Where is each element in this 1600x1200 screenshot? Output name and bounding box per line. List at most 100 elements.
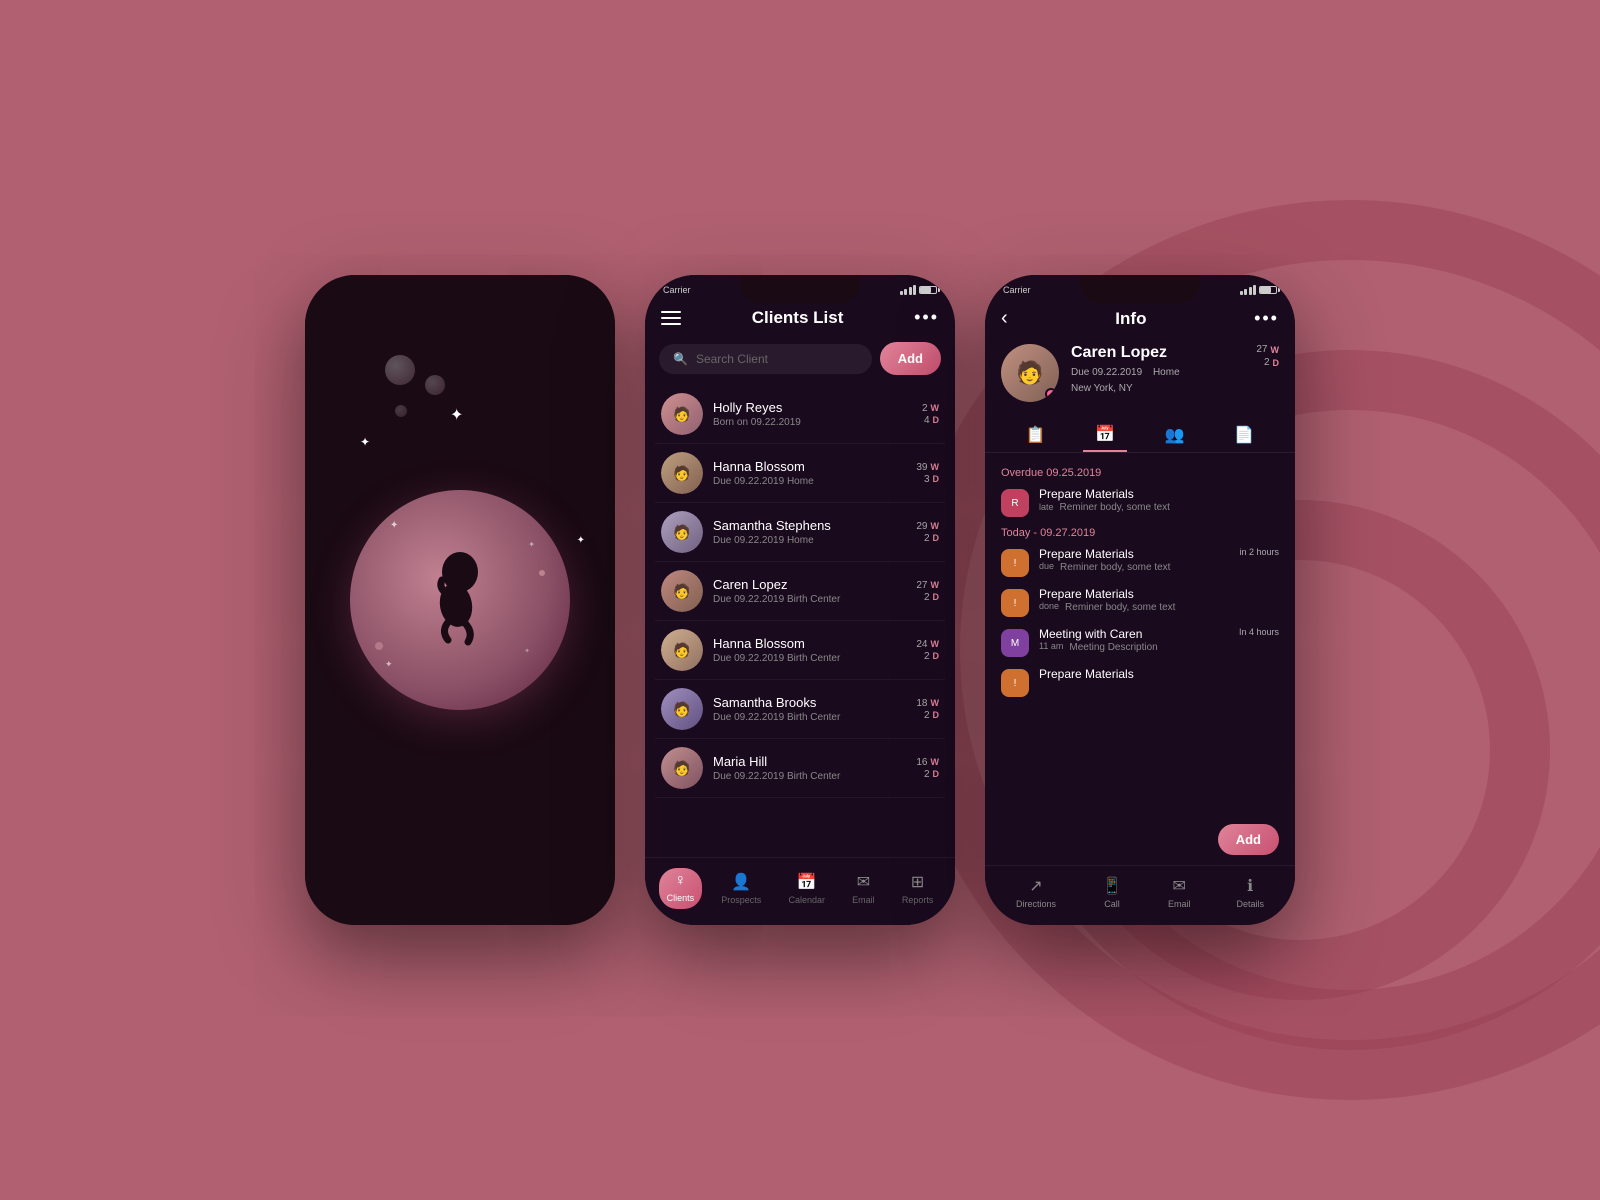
avatar-face-samantha2: 🧑 xyxy=(661,688,703,730)
task-icon-overdue: R xyxy=(1001,489,1029,517)
stat-w-samantha2: 18 W xyxy=(916,698,939,709)
nav-clients[interactable]: ♀ Clients xyxy=(659,868,703,909)
task-sub-today-2: Reminer body, some text xyxy=(1065,602,1175,613)
profile-stats: 27 W 2 D xyxy=(1256,344,1279,368)
nav-email[interactable]: ✉ Email xyxy=(844,868,883,909)
client-item-holly[interactable]: 🧑 Holly Reyes Born on 09.22.2019 2 W 4 xyxy=(655,385,945,444)
profile-w-label: W xyxy=(1271,345,1280,355)
client-detail-maria: Due 09.22.2019 Birth Center xyxy=(713,771,916,782)
stat-w-holly: 2 W xyxy=(922,403,939,414)
avatar-face-hanna2: 🧑 xyxy=(661,629,703,671)
call-label: Call xyxy=(1104,899,1120,909)
hamburger-menu[interactable] xyxy=(661,311,681,325)
stat-d-profile: 2 D xyxy=(1264,357,1279,368)
task-body-overdue: Prepare Materials late Reminer body, som… xyxy=(1039,487,1279,513)
stat-w-caren: 27 W xyxy=(916,580,939,591)
task-meta-today-1: due Reminer body, some text xyxy=(1039,561,1229,573)
phones-container: ✦ ✦ ✦ ✦ ✦ ✦ ✦ ✦ ✦ xyxy=(305,275,1295,925)
task-today-2[interactable]: ! Prepare Materials done Reminer body, s… xyxy=(1001,587,1279,617)
client-detail-caren: Due 09.22.2019 Birth Center xyxy=(713,594,916,605)
client-name-holly: Holly Reyes xyxy=(713,400,922,415)
task-title-overdue: Prepare Materials xyxy=(1039,487,1279,501)
client-detail-hanna2: Due 09.22.2019 Birth Center xyxy=(713,653,916,664)
carrier-label-2: Carrier xyxy=(663,285,691,295)
tab-contacts[interactable]: 👥 xyxy=(1153,418,1197,452)
stat-d-holly: 4 D xyxy=(924,415,939,426)
clients-list: 🧑 Holly Reyes Born on 09.22.2019 2 W 4 xyxy=(645,385,955,857)
add-task-button[interactable]: Add xyxy=(1218,824,1279,855)
client-detail-samantha1: Due 09.22.2019 Home xyxy=(713,535,916,546)
stat-d-samantha2: 2 D xyxy=(924,710,939,721)
action-directions[interactable]: ↗ Directions xyxy=(1016,876,1056,909)
splash-orb: ✦ ✦ ✦ ✦ xyxy=(350,490,570,710)
task-meta-today-3: 11 am Meeting Description xyxy=(1039,641,1229,653)
details-icon: ℹ xyxy=(1247,876,1253,896)
back-button[interactable]: ‹ xyxy=(1001,307,1008,330)
tab-schedule[interactable]: 📅 xyxy=(1083,418,1127,452)
client-name-hanna1: Hanna Blossom xyxy=(713,459,916,474)
dots-menu-2[interactable]: ••• xyxy=(914,307,939,328)
client-avatar-hanna2: 🧑 xyxy=(661,629,703,671)
hamburger-line-1 xyxy=(661,311,681,313)
task-status-today-1: due xyxy=(1039,561,1054,573)
client-item-samantha2[interactable]: 🧑 Samantha Brooks Due 09.22.2019 Birth C… xyxy=(655,680,945,739)
task-today-1[interactable]: ! Prepare Materials due Reminer body, so… xyxy=(1001,547,1279,577)
client-avatar-samantha1: 🧑 xyxy=(661,511,703,553)
schedule-content: Overdue 09.25.2019 R Prepare Materials l… xyxy=(985,453,1295,865)
profile-name: Caren Lopez xyxy=(1071,344,1244,362)
client-info-samantha1: Samantha Stephens Due 09.22.2019 Home xyxy=(713,518,916,546)
client-item-maria[interactable]: 🧑 Maria Hill Due 09.22.2019 Birth Center… xyxy=(655,739,945,798)
clients-list-title: Clients List xyxy=(752,308,844,328)
orb-dot-2 xyxy=(375,642,383,650)
tab-notes[interactable]: 📋 xyxy=(1014,418,1058,452)
signal-2 xyxy=(900,285,917,295)
client-name-maria: Maria Hill xyxy=(713,754,916,769)
info-tabs: 📋 📅 👥 📄 xyxy=(985,414,1295,453)
hamburger-line-2 xyxy=(661,317,681,319)
task-icon-today-4: ! xyxy=(1001,669,1029,697)
directions-icon: ↗ xyxy=(1029,876,1042,896)
client-item-hanna1[interactable]: 🧑 Hanna Blossom Due 09.22.2019 Home 39 W… xyxy=(655,444,945,503)
phone-splash: ✦ ✦ ✦ ✦ ✦ ✦ ✦ ✦ ✦ xyxy=(305,275,615,925)
client-stats-holly: 2 W 4 D xyxy=(922,403,939,426)
task-sub-today-3: Meeting Description xyxy=(1069,642,1157,653)
add-client-button[interactable]: Add xyxy=(880,342,941,375)
action-email[interactable]: ✉ Email xyxy=(1168,876,1191,909)
signal-bar-2 xyxy=(904,289,907,295)
orb-dot-1 xyxy=(539,570,545,576)
phone-clients-list: Carrier Clients xyxy=(645,275,955,925)
client-stats-hanna1: 39 W 3 D xyxy=(916,462,939,485)
client-stats-maria: 16 W 2 D xyxy=(916,757,939,780)
action-details[interactable]: ℹ Details xyxy=(1236,876,1264,909)
client-name-samantha1: Samantha Stephens xyxy=(713,518,916,533)
splash-content: ✦ ✦ ✦ ✦ ✦ ✦ ✦ ✦ ✦ xyxy=(305,275,615,925)
client-name-caren: Caren Lopez xyxy=(713,577,916,592)
client-item-caren[interactable]: 🧑 Caren Lopez Due 09.22.2019 Birth Cente… xyxy=(655,562,945,621)
nav-prospects[interactable]: 👤 Prospects xyxy=(713,868,769,909)
client-item-samantha1[interactable]: 🧑 Samantha Stephens Due 09.22.2019 Home … xyxy=(655,503,945,562)
search-container[interactable]: 🔍 Search Client xyxy=(659,344,872,374)
stat-label-holly-d: D xyxy=(933,415,940,425)
task-body-today-3: Meeting with Caren 11 am Meeting Descrip… xyxy=(1039,627,1229,653)
client-detail-samantha2: Due 09.22.2019 Birth Center xyxy=(713,712,916,723)
nav-calendar[interactable]: 📅 Calendar xyxy=(780,868,833,909)
battery-icon-3 xyxy=(1259,286,1277,294)
task-today-3[interactable]: M Meeting with Caren 11 am Meeting Descr… xyxy=(1001,627,1279,657)
client-item-hanna2[interactable]: 🧑 Hanna Blossom Due 09.22.2019 Birth Cen… xyxy=(655,621,945,680)
task-today-4[interactable]: ! Prepare Materials xyxy=(1001,667,1279,697)
task-time-today-1: in 2 hours xyxy=(1239,547,1279,557)
stat-d-hanna1: 3 D xyxy=(924,474,939,485)
signal-bar-1 xyxy=(900,291,903,295)
nav-header-2: Clients List ••• xyxy=(645,299,955,338)
tab-documents[interactable]: 📄 xyxy=(1222,418,1266,452)
task-overdue-prepare[interactable]: R Prepare Materials late Reminer body, s… xyxy=(1001,487,1279,517)
dots-menu-3[interactable]: ••• xyxy=(1254,308,1279,329)
stat-w-maria: 16 W xyxy=(916,757,939,768)
nav-reports[interactable]: ⊞ Reports xyxy=(894,868,942,909)
action-call[interactable]: 📱 Call xyxy=(1102,876,1122,909)
email-action-icon: ✉ xyxy=(1172,876,1185,896)
client-stats-caren: 27 W 2 D xyxy=(916,580,939,603)
client-avatar-caren: 🧑 xyxy=(661,570,703,612)
task-title-today-4: Prepare Materials xyxy=(1039,667,1279,681)
client-name-samantha2: Samantha Brooks xyxy=(713,695,916,710)
